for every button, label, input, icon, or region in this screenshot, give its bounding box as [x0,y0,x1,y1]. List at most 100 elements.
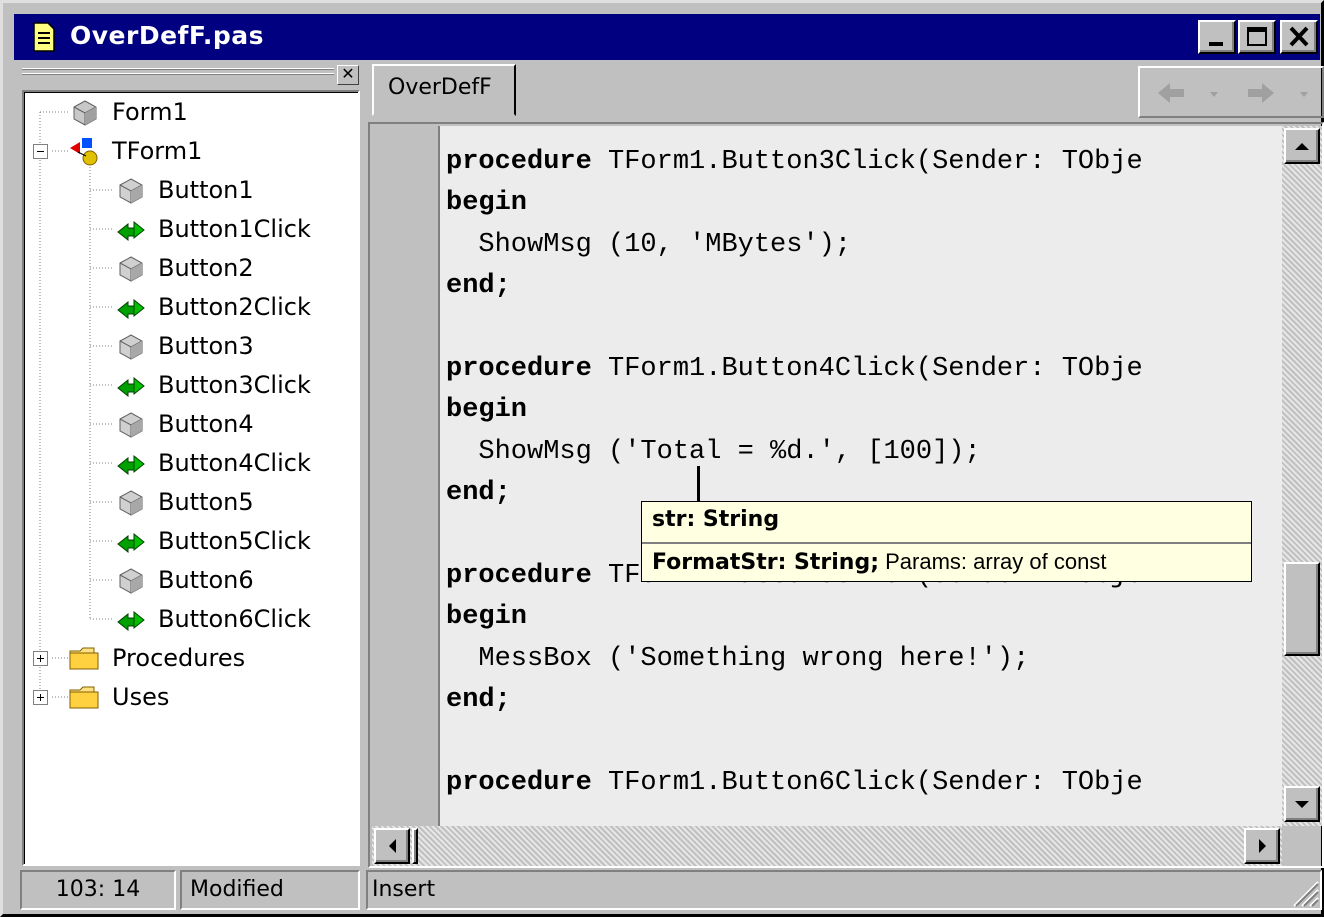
horizontal-scrollbar[interactable] [372,826,1282,866]
tree-node-label: TForm1 [112,137,203,165]
scroll-up-button[interactable] [1284,128,1320,164]
tree-node-button6[interactable]: Button6 [114,562,254,598]
class-icon [70,138,98,166]
folder-icon [69,686,99,709]
tree-node-label: Procedures [112,644,246,672]
code-text: TForm1.Button6Click(Sender: TObje [591,768,1143,798]
folder-icon [69,647,99,670]
scroll-right-button[interactable] [1244,828,1280,864]
arrow-up-icon [1295,143,1309,150]
code-line: end; [446,478,511,519]
tab-overdeff[interactable]: OverDefF [372,64,516,116]
tree-node-button3[interactable]: Button3 [114,328,254,364]
navigation-buttons [1138,66,1324,118]
code-line: begin [446,602,527,643]
tree-node-form1[interactable]: Form1 [68,94,188,130]
maximize-button[interactable] [1238,20,1276,54]
tree-node-label: Button2Click [158,293,311,321]
code-line: ShowMsg (10, 'MBytes'); [446,230,851,271]
window-title: OverDefF.pas [70,21,264,50]
tree-node-label: Button5 [158,488,254,516]
code-keyword: procedure [446,768,592,798]
arrow-left-icon [389,839,396,853]
expand-uses-toggle[interactable] [33,690,48,705]
hint-overload-2-rest: Params: array of const [879,549,1107,574]
component-icon [119,178,143,204]
code-line: ShowMsg ('Total = %d.', [100]); [446,436,981,478]
panel-grip[interactable] [22,66,334,82]
component-icon [119,334,143,360]
close-button[interactable] [1280,20,1318,54]
editor-gutter[interactable] [372,126,438,826]
vertical-scrollbar[interactable] [1282,126,1322,826]
tree-node-button1[interactable]: Button1 [114,172,254,208]
code-parameters-hint: str: String FormatStr: String; Params: a… [641,501,1252,582]
tree-node-button4[interactable]: Button4 [114,406,254,442]
code-explorer-tree[interactable]: Form1 TForm1 Button1 Button1Click Button2 B… [22,90,360,866]
hint-overload-1-text: str: String [652,507,780,532]
nav-arrows [1158,83,1308,103]
minimize-icon [1209,42,1223,46]
status-cursor-position: 103: 14 [20,870,176,910]
minimize-button[interactable] [1198,20,1236,54]
hint-overload-2: FormatStr: String; Params: array of cons… [642,542,1251,582]
forward-arrow-icon[interactable] [1248,83,1274,103]
tree-node-button4click[interactable]: Button4Click [114,445,311,481]
status-insert-mode: Insert [366,870,1322,910]
tree-node-label: Button1 [158,176,254,204]
code-line: procedure TForm1.Button3Click(Sender: TO… [446,147,1143,188]
code-keyword: begin [446,395,528,426]
tree-node-button1click[interactable]: Button1Click [114,211,311,247]
tree-node-label: Button4Click [158,449,311,477]
code-text: ShowMsg ('Total = %d.', [100]); [446,436,981,467]
back-arrow-icon[interactable] [1158,83,1184,103]
tree-node-label: Button3Click [158,371,311,399]
panel-close-button[interactable]: ✕ [337,65,359,85]
tree-node-button2click[interactable]: Button2Click [114,289,311,325]
tree-node-button5click[interactable]: Button5Click [114,523,311,559]
method-icon [117,610,145,632]
code-line: procedure TForm1.Button4Click(Sender: TO… [446,354,1143,395]
tree-node-button5[interactable]: Button5 [114,484,254,520]
method-icon [117,454,145,476]
text-caret [697,466,700,501]
component-icon [119,256,143,282]
scroll-down-button[interactable] [1284,786,1320,822]
vertical-scroll-thumb[interactable] [1284,562,1320,656]
back-dropdown-icon[interactable] [1210,92,1218,97]
tree-node-button6click[interactable]: Button6Click [114,601,311,637]
code-line: begin [446,395,527,436]
horizontal-scroll-thumb[interactable] [412,828,418,864]
code-editor[interactable]: procedure TForm1.Button3Click(Sender: TO… [440,126,1282,826]
tree-node-uses[interactable]: Uses [68,679,169,715]
tree-node-label: Button4 [158,410,254,438]
code-keyword: end; [446,271,511,302]
tree-node-label: Button3 [158,332,254,360]
tree-node-label: Button6 [158,566,254,594]
hint-overload-1: str: String [642,502,1251,542]
tree-node-tform1[interactable]: TForm1 [68,133,202,169]
size-grip-icon[interactable] [1284,872,1320,908]
component-icon [119,490,143,516]
method-icon [117,220,145,242]
collapse-tform1-toggle[interactable] [33,144,48,159]
code-line: end; [446,685,511,726]
tree-node-label: Uses [112,683,170,711]
forward-dropdown-icon[interactable] [1300,92,1308,97]
tree-node-button3click[interactable]: Button3Click [114,367,311,403]
code-text: ShowMsg (10, 'MBytes'); [446,229,852,260]
scroll-left-button[interactable] [374,828,410,864]
tree-node-label: Form1 [112,98,188,126]
code-keyword: end; [446,685,511,716]
arrow-right-icon [1259,839,1266,853]
code-line: MessBox ('Something wrong here!'); [446,644,1029,685]
expand-procedures-toggle[interactable] [33,651,48,666]
tree-node-procedures[interactable]: Procedures [68,640,245,676]
file-icon [33,22,55,52]
title-bar[interactable]: OverDefF.pas [14,14,1320,60]
hint-overload-2-param: FormatStr: String; [652,550,880,575]
form-icon [73,100,97,126]
code-keyword: procedure [446,147,592,177]
tree-node-label: Button2 [158,254,254,282]
tree-node-button2[interactable]: Button2 [114,250,254,286]
